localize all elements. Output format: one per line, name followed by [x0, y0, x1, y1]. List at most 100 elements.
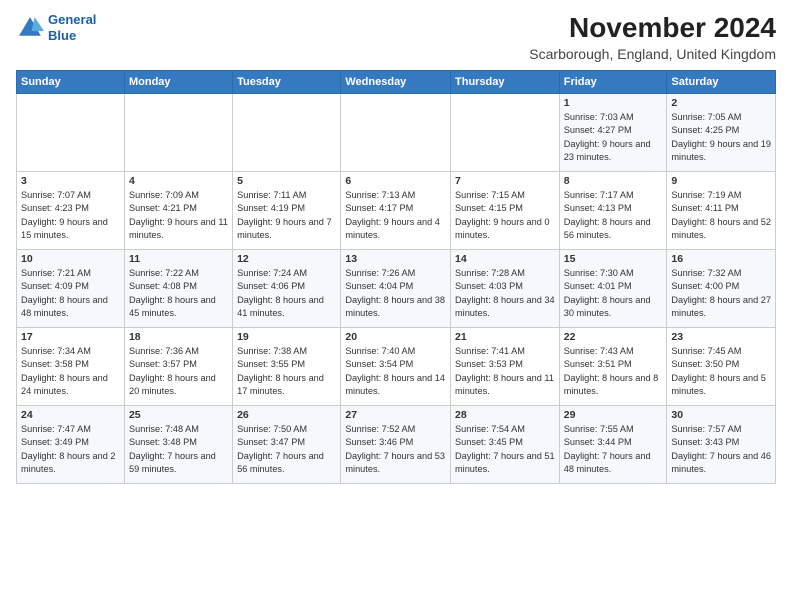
table-row: 13 Sunrise: 7:26 AMSunset: 4:04 PMDayligh… — [341, 250, 451, 328]
subtitle: Scarborough, England, United Kingdom — [529, 46, 776, 62]
day-number: 17 — [21, 331, 120, 343]
table-row: 8 Sunrise: 7:17 AMSunset: 4:13 PMDaylight… — [559, 172, 667, 250]
logo-icon — [16, 14, 44, 42]
day-number: 12 — [237, 253, 336, 265]
day-number: 22 — [564, 331, 663, 343]
day-info: Sunrise: 7:11 AMSunset: 4:19 PMDaylight:… — [237, 189, 336, 242]
table-row: 5 Sunrise: 7:11 AMSunset: 4:19 PMDaylight… — [233, 172, 341, 250]
day-number: 26 — [237, 409, 336, 421]
title-block: November 2024 Scarborough, England, Unit… — [529, 12, 776, 62]
day-number: 27 — [345, 409, 446, 421]
day-number: 28 — [455, 409, 555, 421]
calendar-week-row: 17Sunrise: 7:34 AMSunset: 3:58 PMDayligh… — [17, 328, 776, 406]
day-number: 2 — [671, 97, 771, 109]
table-row: 12 Sunrise: 7:24 AMSunset: 4:06 PMDayligh… — [233, 250, 341, 328]
day-number: 1 — [564, 97, 663, 109]
logo-text: General Blue — [48, 12, 96, 43]
day-info: Sunrise: 7:03 AMSunset: 4:27 PMDaylight:… — [564, 111, 663, 164]
calendar-week-row: 24Sunrise: 7:47 AMSunset: 3:49 PMDayligh… — [17, 406, 776, 484]
table-row: 1 Sunrise: 7:03 AMSunset: 4:27 PMDaylight… — [559, 94, 667, 172]
table-row — [233, 94, 341, 172]
day-info: Sunrise: 7:43 AMSunset: 3:51 PMDaylight:… — [564, 345, 663, 398]
table-row: 9 Sunrise: 7:19 AMSunset: 4:11 PMDaylight… — [667, 172, 776, 250]
day-number: 20 — [345, 331, 446, 343]
table-row — [451, 94, 560, 172]
calendar-table: Sunday Monday Tuesday Wednesday Thursday… — [16, 70, 776, 484]
table-row — [341, 94, 451, 172]
day-info: Sunrise: 7:26 AMSunset: 4:04 PMDaylight:… — [345, 267, 446, 320]
day-info: Sunrise: 7:40 AMSunset: 3:54 PMDaylight:… — [345, 345, 446, 398]
day-info: Sunrise: 7:36 AMSunset: 3:57 PMDaylight:… — [129, 345, 228, 398]
main-title: November 2024 — [529, 12, 776, 44]
table-row: 30 Sunrise: 7:57 AMSunset: 3:43 PMDayligh… — [667, 406, 776, 484]
day-info: Sunrise: 7:17 AMSunset: 4:13 PMDaylight:… — [564, 189, 663, 242]
day-info: Sunrise: 7:45 AMSunset: 3:50 PMDaylight:… — [671, 345, 771, 398]
day-number: 5 — [237, 175, 336, 187]
day-number: 13 — [345, 253, 446, 265]
day-number: 15 — [564, 253, 663, 265]
day-info: Sunrise: 7:24 AMSunset: 4:06 PMDaylight:… — [237, 267, 336, 320]
day-number: 6 — [345, 175, 446, 187]
day-number: 16 — [671, 253, 771, 265]
day-number: 11 — [129, 253, 228, 265]
table-row: 21 Sunrise: 7:41 AMSunset: 3:53 PMDayligh… — [451, 328, 560, 406]
day-info: Sunrise: 7:50 AMSunset: 3:47 PMDaylight:… — [237, 423, 336, 476]
day-number: 29 — [564, 409, 663, 421]
calendar-week-row: 10Sunrise: 7:21 AMSunset: 4:09 PMDayligh… — [17, 250, 776, 328]
logo-line1: General — [48, 12, 96, 27]
day-info: Sunrise: 7:19 AMSunset: 4:11 PMDaylight:… — [671, 189, 771, 242]
day-info: Sunrise: 7:30 AMSunset: 4:01 PMDaylight:… — [564, 267, 663, 320]
day-info: Sunrise: 7:15 AMSunset: 4:15 PMDaylight:… — [455, 189, 555, 242]
table-row — [124, 94, 232, 172]
col-tuesday: Tuesday — [233, 71, 341, 94]
calendar-week-row: 1 Sunrise: 7:03 AMSunset: 4:27 PMDaylight… — [17, 94, 776, 172]
day-info: Sunrise: 7:38 AMSunset: 3:55 PMDaylight:… — [237, 345, 336, 398]
day-info: Sunrise: 7:28 AMSunset: 4:03 PMDaylight:… — [455, 267, 555, 320]
day-info: Sunrise: 7:09 AMSunset: 4:21 PMDaylight:… — [129, 189, 228, 242]
table-row: 24Sunrise: 7:47 AMSunset: 3:49 PMDayligh… — [17, 406, 125, 484]
day-number: 14 — [455, 253, 555, 265]
col-wednesday: Wednesday — [341, 71, 451, 94]
day-number: 25 — [129, 409, 228, 421]
day-info: Sunrise: 7:55 AMSunset: 3:44 PMDaylight:… — [564, 423, 663, 476]
col-monday: Monday — [124, 71, 232, 94]
day-number: 9 — [671, 175, 771, 187]
table-row: 14 Sunrise: 7:28 AMSunset: 4:03 PMDayligh… — [451, 250, 560, 328]
day-number: 30 — [671, 409, 771, 421]
table-row: 16 Sunrise: 7:32 AMSunset: 4:00 PMDayligh… — [667, 250, 776, 328]
day-number: 24 — [21, 409, 120, 421]
header: General Blue November 2024 Scarborough, … — [16, 12, 776, 62]
day-info: Sunrise: 7:48 AMSunset: 3:48 PMDaylight:… — [129, 423, 228, 476]
table-row: 19 Sunrise: 7:38 AMSunset: 3:55 PMDayligh… — [233, 328, 341, 406]
table-row: 29 Sunrise: 7:55 AMSunset: 3:44 PMDayligh… — [559, 406, 667, 484]
table-row: 28Sunrise: 7:54 AMSunset: 3:45 PMDayligh… — [451, 406, 560, 484]
table-row: 2Sunrise: 7:05 AMSunset: 4:25 PMDaylight… — [667, 94, 776, 172]
day-info: Sunrise: 7:13 AMSunset: 4:17 PMDaylight:… — [345, 189, 446, 242]
table-row: 6 Sunrise: 7:13 AMSunset: 4:17 PMDaylight… — [341, 172, 451, 250]
day-info: Sunrise: 7:52 AMSunset: 3:46 PMDaylight:… — [345, 423, 446, 476]
table-row: 4Sunrise: 7:09 AMSunset: 4:21 PMDaylight… — [124, 172, 232, 250]
table-row: 7Sunrise: 7:15 AMSunset: 4:15 PMDaylight… — [451, 172, 560, 250]
day-info: Sunrise: 7:21 AMSunset: 4:09 PMDaylight:… — [21, 267, 120, 320]
table-row — [17, 94, 125, 172]
table-row: 23Sunrise: 7:45 AMSunset: 3:50 PMDayligh… — [667, 328, 776, 406]
calendar-week-row: 3Sunrise: 7:07 AMSunset: 4:23 PMDaylight… — [17, 172, 776, 250]
table-row: 18 Sunrise: 7:36 AMSunset: 3:57 PMDayligh… — [124, 328, 232, 406]
day-number: 8 — [564, 175, 663, 187]
logo: General Blue — [16, 12, 96, 43]
table-row: 25 Sunrise: 7:48 AMSunset: 3:48 PMDayligh… — [124, 406, 232, 484]
table-row: 10Sunrise: 7:21 AMSunset: 4:09 PMDayligh… — [17, 250, 125, 328]
day-number: 19 — [237, 331, 336, 343]
day-info: Sunrise: 7:57 AMSunset: 3:43 PMDaylight:… — [671, 423, 771, 476]
day-info: Sunrise: 7:41 AMSunset: 3:53 PMDaylight:… — [455, 345, 555, 398]
day-number: 21 — [455, 331, 555, 343]
table-row: 11 Sunrise: 7:22 AMSunset: 4:08 PMDayligh… — [124, 250, 232, 328]
day-info: Sunrise: 7:22 AMSunset: 4:08 PMDaylight:… — [129, 267, 228, 320]
col-friday: Friday — [559, 71, 667, 94]
table-row: 26 Sunrise: 7:50 AMSunset: 3:47 PMDayligh… — [233, 406, 341, 484]
col-saturday: Saturday — [667, 71, 776, 94]
col-sunday: Sunday — [17, 71, 125, 94]
day-number: 18 — [129, 331, 228, 343]
day-info: Sunrise: 7:32 AMSunset: 4:00 PMDaylight:… — [671, 267, 771, 320]
table-row: 22 Sunrise: 7:43 AMSunset: 3:51 PMDayligh… — [559, 328, 667, 406]
